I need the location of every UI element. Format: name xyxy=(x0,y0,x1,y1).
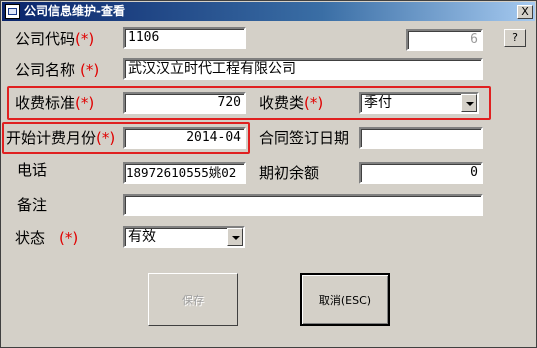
status-label: 状态 (*) xyxy=(15,228,78,248)
close-button[interactable]: X xyxy=(517,5,533,19)
title-bar: 公司信息维护-查看 X xyxy=(2,2,535,21)
contract-date-field[interactable] xyxy=(359,127,483,149)
company-name-label-text: 公司名称 xyxy=(15,61,76,79)
app-icon xyxy=(5,4,20,19)
help-button[interactable]: ? xyxy=(504,29,526,47)
fee-type-label: 收费类(*) xyxy=(259,93,323,113)
start-month-field[interactable]: 2014-04 xyxy=(123,127,246,149)
fee-standard-label: 收费标准(*) xyxy=(15,93,94,113)
save-button[interactable]: 保存 xyxy=(148,273,238,326)
required-mark: (*) xyxy=(75,30,95,48)
save-button-label: 保存 xyxy=(182,293,204,307)
required-mark: (*) xyxy=(80,61,100,79)
remark-label: 备注 xyxy=(17,196,48,214)
company-name-label: 公司名称 (*) xyxy=(15,60,99,80)
required-mark: (*) xyxy=(75,94,95,112)
window-title: 公司信息维护-查看 xyxy=(24,4,125,18)
required-mark: (*) xyxy=(304,94,324,112)
dialog-window: 公司信息维护-查看 X 公司代码(*) 1106 6 ? 公司名称 (*) 武汉汉… xyxy=(0,0,537,348)
company-code-label: 公司代码(*) xyxy=(15,29,94,49)
contract-date-label: 合同签订日期 xyxy=(259,129,350,147)
company-name-field[interactable]: 武汉汉立时代工程有限公司 xyxy=(123,58,483,80)
start-month-label-text: 开始计费月份 xyxy=(6,129,97,147)
required-mark: (*) xyxy=(59,229,79,247)
company-code-label-text: 公司代码 xyxy=(15,30,76,48)
opening-balance-label: 期初余额 xyxy=(259,164,320,182)
opening-balance-field[interactable]: 0 xyxy=(359,162,483,184)
fee-type-value: 季付 xyxy=(364,95,392,111)
sequence-number-field[interactable]: 6 xyxy=(406,29,483,51)
phone-label: 电话 xyxy=(17,161,48,179)
remark-field[interactable] xyxy=(123,194,483,216)
company-code-field[interactable]: 1106 xyxy=(123,27,246,49)
required-mark: (*) xyxy=(96,129,116,147)
status-select[interactable]: 有效 xyxy=(123,226,245,248)
fee-type-select[interactable]: 季付 xyxy=(359,92,479,114)
chevron-down-icon[interactable] xyxy=(227,228,243,246)
phone-field[interactable]: 18972610555姚02 xyxy=(123,162,246,184)
status-label-text: 状态 xyxy=(15,229,46,247)
cancel-button-label: 取消(ESC) xyxy=(318,293,372,307)
status-value: 有效 xyxy=(128,229,156,245)
fee-standard-label-text: 收费标准 xyxy=(15,94,76,112)
start-month-label: 开始计费月份(*) xyxy=(6,128,115,148)
chevron-down-icon[interactable] xyxy=(461,94,477,112)
fee-standard-field[interactable]: 720 xyxy=(123,92,246,114)
cancel-button[interactable]: 取消(ESC) xyxy=(300,273,390,326)
fee-type-label-text: 收费类 xyxy=(259,94,305,112)
